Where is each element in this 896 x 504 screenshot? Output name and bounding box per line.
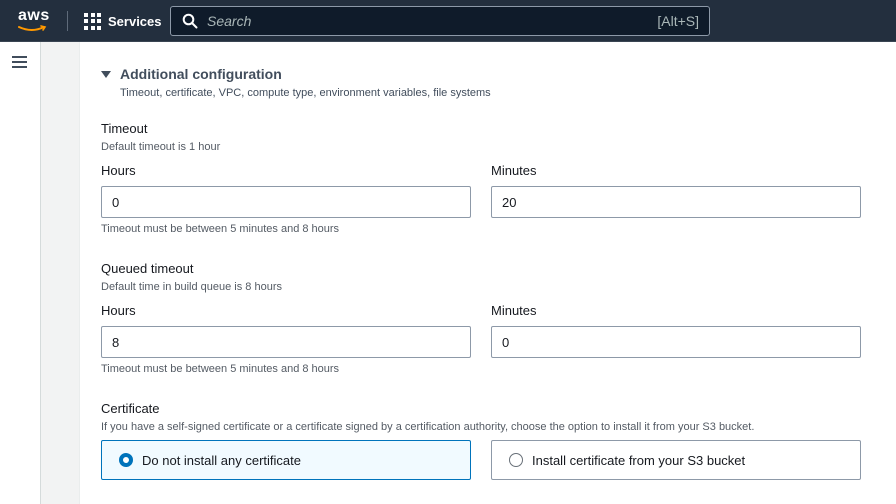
main-panel: Additional configuration Timeout, certif… <box>79 42 896 504</box>
timeout-label: Timeout <box>101 121 148 136</box>
radio-no-certificate-label: Do not install any certificate <box>142 452 301 468</box>
queued-minutes-label: Minutes <box>491 303 537 318</box>
certificate-hint: If you have a self-signed certificate or… <box>101 421 755 433</box>
hamburger-menu-icon[interactable] <box>12 56 27 68</box>
queued-minutes-input[interactable] <box>491 326 861 358</box>
timeout-minutes-label: Minutes <box>491 163 537 178</box>
radio-install-s3-certificate[interactable]: Install certificate from your S3 bucket <box>491 440 861 480</box>
search-input[interactable] <box>207 13 658 29</box>
certificate-label: Certificate <box>101 401 160 416</box>
aws-logo-text: aws <box>18 7 50 24</box>
search-shortcut-hint: [Alt+S] <box>657 13 699 29</box>
radio-selected-icon <box>119 453 133 467</box>
section-title: Additional configuration <box>120 66 282 82</box>
timeout-hours-input[interactable] <box>101 186 471 218</box>
timeout-hours-label: Hours <box>101 163 136 178</box>
search-icon <box>182 13 198 29</box>
radio-no-certificate[interactable]: Do not install any certificate <box>101 440 471 480</box>
caret-down-icon <box>101 70 111 78</box>
section-description: Timeout, certificate, VPC, compute type,… <box>120 87 491 99</box>
radio-install-s3-certificate-label: Install certificate from your S3 bucket <box>532 452 746 468</box>
nav-divider <box>67 11 68 31</box>
queued-hours-input[interactable] <box>101 326 471 358</box>
aws-logo[interactable]: aws <box>18 7 50 35</box>
queued-timeout-hint: Default time in build queue is 8 hours <box>101 281 282 293</box>
aws-smile-icon <box>18 25 47 31</box>
top-navigation: aws Services [Alt+S] <box>0 0 896 42</box>
queued-hours-label: Hours <box>101 303 136 318</box>
search-bar[interactable]: [Alt+S] <box>170 6 710 36</box>
radio-unselected-icon <box>509 453 523 467</box>
services-menu-button[interactable]: Services <box>84 12 162 30</box>
timeout-hint: Default timeout is 1 hour <box>101 141 221 153</box>
additional-configuration-toggle[interactable]: Additional configuration <box>101 66 282 82</box>
timeout-minutes-input[interactable] <box>491 186 861 218</box>
queued-timeout-constraint-text: Timeout must be between 5 minutes and 8 … <box>101 363 340 375</box>
timeout-constraint-text: Timeout must be between 5 minutes and 8 … <box>101 223 340 235</box>
side-navigation-rail <box>0 42 41 504</box>
services-label: Services <box>108 13 162 29</box>
grid-icon <box>84 12 101 30</box>
queued-timeout-label: Queued timeout <box>101 261 194 276</box>
